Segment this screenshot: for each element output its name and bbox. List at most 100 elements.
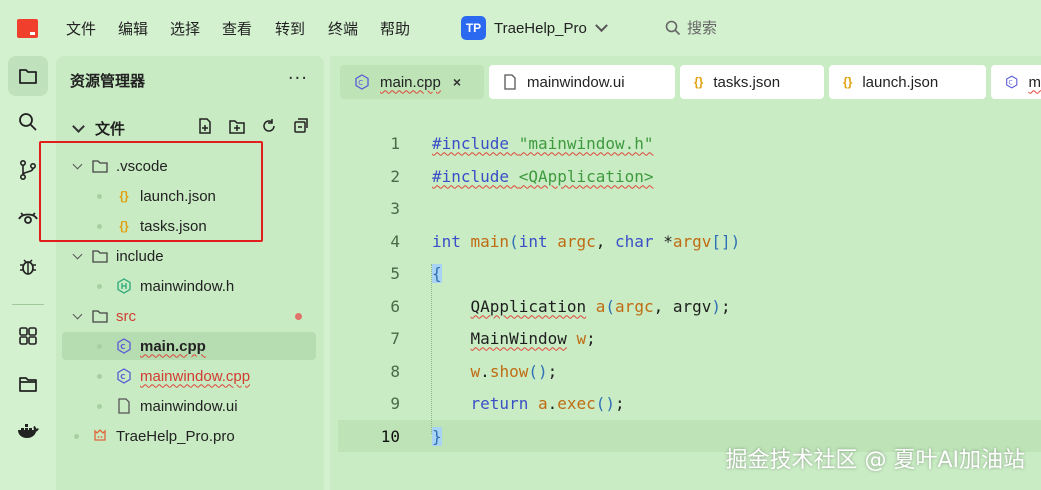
tree-item-label: mainwindow.cpp <box>140 367 251 385</box>
tree-file-mainwindow-ui[interactable]: mainwindow.ui <box>62 392 316 420</box>
watermark: 掘金技术社区 @ 夏叶AI加油站 <box>725 448 1025 473</box>
project-badge: TP <box>461 16 486 40</box>
search-label: 搜索 <box>687 19 718 37</box>
refresh-icon[interactable] <box>260 117 278 135</box>
chevron-down-icon[interactable] <box>72 309 83 319</box>
file-icon <box>504 74 516 90</box>
indent-dot <box>97 403 102 409</box>
project-switcher[interactable]: TP TraeHelp_Pro <box>461 16 608 40</box>
tree-file-mainwindow-h[interactable]: mainwindow.h <box>62 272 316 300</box>
code-text: { <box>432 263 442 283</box>
code-text: } <box>432 426 442 446</box>
code-text: return a.exec(); <box>470 393 625 413</box>
tree-file-main-cpp[interactable]: C main.cpp <box>62 332 316 360</box>
line-number: 1 <box>390 133 400 153</box>
cpp-icon: C <box>1006 75 1018 89</box>
json-icon: {} <box>694 75 704 89</box>
tab-launch-json[interactable]: {} launch.json <box>829 65 986 99</box>
folder-icon <box>92 248 108 264</box>
tab-tasks-json[interactable]: {} tasks.json <box>680 65 824 99</box>
menu-file[interactable]: 文件 <box>66 18 96 39</box>
tree-folder-include[interactable]: include <box>62 242 316 270</box>
code-line: 5 { <box>330 257 1041 289</box>
json-icon: {} <box>843 75 853 89</box>
code-line: 2 #include <QApplication> <box>330 160 1041 192</box>
indent-dot <box>97 283 102 289</box>
indent-dot <box>97 373 102 379</box>
extensions-icon[interactable] <box>8 316 48 356</box>
code-line: 1 #include "mainwindow.h" <box>330 127 1041 159</box>
cpp-icon: C <box>116 368 132 384</box>
search-icon[interactable] <box>8 102 48 142</box>
header-file-icon <box>116 278 132 294</box>
tab-mainwindow-ui[interactable]: mainwindow.ui <box>489 65 675 99</box>
code-line: 3 <box>330 192 1041 224</box>
chevron-down-icon[interactable] <box>72 119 85 133</box>
tree-item-label: main.cpp <box>140 337 206 355</box>
code-line: 6 QApplication a(argc, argv); <box>330 290 1041 322</box>
tree-item-label: src <box>116 307 136 325</box>
code-line: 7 MainWindow w; <box>330 322 1041 354</box>
editor-area: C main.cpp × mainwindow.ui {} tasks.json… <box>330 56 1041 490</box>
modified-indicator <box>295 312 302 320</box>
line-number: 2 <box>390 166 400 186</box>
tab-label: launch.json <box>862 73 939 91</box>
chevron-down-icon <box>594 18 608 32</box>
svg-text:C: C <box>1009 81 1013 87</box>
line-number: 7 <box>390 328 400 348</box>
tree-folder-src[interactable]: src <box>62 302 316 330</box>
close-icon[interactable]: × <box>453 74 461 90</box>
files-section-header[interactable]: 文件 <box>70 117 310 139</box>
annotation-highlight-box <box>39 141 263 242</box>
menu-go[interactable]: 转到 <box>275 18 305 39</box>
tree-item-label: include <box>116 247 164 265</box>
menu-selection[interactable]: 选择 <box>170 18 200 39</box>
line-number: 9 <box>390 393 400 413</box>
new-folder-icon[interactable] <box>228 117 246 135</box>
debug-icon[interactable] <box>8 246 48 286</box>
code-editor[interactable]: 1 #include "mainwindow.h" 2 #include <QA… <box>330 120 1041 490</box>
search-box[interactable]: 搜索 <box>665 17 717 38</box>
chevron-down-icon[interactable] <box>72 249 83 259</box>
menu-edit[interactable]: 编辑 <box>118 18 148 39</box>
line-number: 3 <box>390 198 400 218</box>
files-section-label: 文件 <box>95 119 126 138</box>
line-number: 8 <box>390 361 400 381</box>
project-name: TraeHelp_Pro <box>494 19 587 37</box>
code-text: int main(int argc, char *argv[]) <box>432 231 741 251</box>
line-number: 10 <box>380 426 400 446</box>
folder-icon[interactable] <box>8 364 48 404</box>
more-actions-icon[interactable]: ··· <box>288 68 308 89</box>
collapse-all-icon[interactable] <box>292 117 310 135</box>
tree-item-label: TraeHelp_Pro.pro <box>116 427 235 445</box>
activity-divider <box>12 304 44 305</box>
tab-main-cpp[interactable]: C main.cpp × <box>340 65 484 99</box>
tab-label: mainwindow.ui <box>527 73 625 91</box>
svg-text:C: C <box>120 373 125 381</box>
files-icon[interactable] <box>8 56 48 96</box>
code-text: #include <QApplication> <box>432 166 654 186</box>
indent-dot <box>97 343 102 349</box>
new-file-icon[interactable] <box>196 117 214 135</box>
code-line: 4 int main(int argc, char *argv[]) <box>330 225 1041 257</box>
menu-view[interactable]: 查看 <box>222 18 252 39</box>
docker-icon[interactable] <box>8 412 48 452</box>
editor-tabs: C main.cpp × mainwindow.ui {} tasks.json… <box>330 56 1041 116</box>
tab-label: main.cpp <box>380 73 441 91</box>
tab-overflow[interactable]: C m <box>991 65 1041 99</box>
tab-label: m <box>1028 73 1041 91</box>
menu-help[interactable]: 帮助 <box>380 18 410 39</box>
explorer-panel: 资源管理器 ··· 文件 .vscode {} launch.json {} t… <box>56 56 324 490</box>
svg-text:C: C <box>120 343 125 351</box>
line-number: 6 <box>390 296 400 316</box>
tree-file-mainwindow-cpp[interactable]: C mainwindow.cpp <box>62 362 316 390</box>
code-text: w.show(); <box>470 361 558 381</box>
app-logo-icon[interactable] <box>17 19 38 38</box>
tree-file-pro[interactable]: TraeHelp_Pro.pro <box>62 422 316 450</box>
code-text: MainWindow w; <box>470 328 596 348</box>
menu-terminal[interactable]: 终端 <box>328 18 358 39</box>
menu-bar: 文件 编辑 选择 查看 转到 终端 帮助 TP TraeHelp_Pro 搜索 <box>0 0 1041 56</box>
svg-text:C: C <box>358 79 363 87</box>
line-number: 4 <box>390 231 400 251</box>
explorer-title: 资源管理器 <box>70 72 146 90</box>
